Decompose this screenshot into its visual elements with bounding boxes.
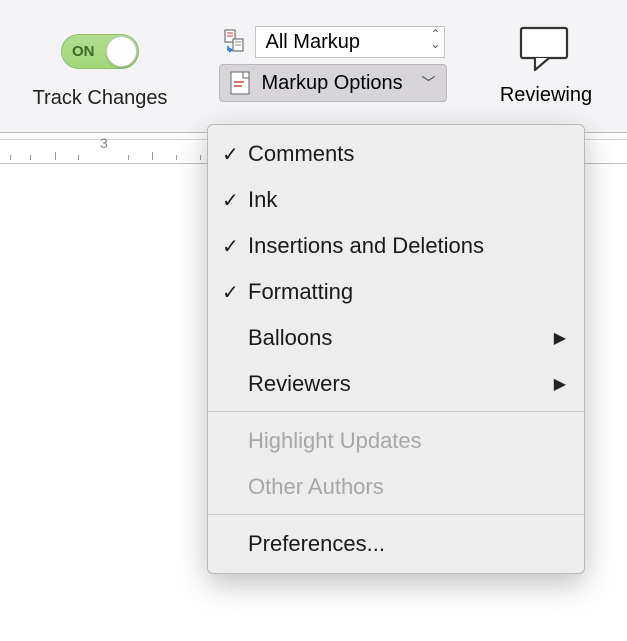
menu-item-insertions-deletions[interactable]: ✓ Insertions and Deletions bbox=[208, 223, 584, 269]
submenu-arrow-icon: ▶ bbox=[554, 328, 566, 348]
submenu-arrow-icon: ▶ bbox=[554, 374, 566, 394]
markup-options-label: Markup Options bbox=[262, 72, 403, 95]
menu-item-other-authors: Other Authors bbox=[208, 464, 584, 510]
track-changes-group: ON Track Changes bbox=[0, 22, 200, 110]
menu-item-ink[interactable]: ✓ Ink bbox=[208, 177, 584, 223]
stepper-icon: ⌃⌄ bbox=[430, 29, 440, 49]
reviewing-label: Reviewing bbox=[500, 84, 592, 107]
toggle-knob bbox=[106, 36, 137, 67]
menu-item-formatting[interactable]: ✓ Formatting bbox=[208, 269, 584, 315]
menu-separator bbox=[208, 411, 584, 412]
markup-options-menu: ✓ Comments ✓ Ink ✓ Insertions and Deleti… bbox=[207, 124, 585, 574]
check-icon: ✓ bbox=[222, 142, 248, 167]
menu-item-highlight-updates: Highlight Updates bbox=[208, 418, 584, 464]
menu-item-preferences[interactable]: Preferences... bbox=[208, 521, 584, 567]
chevron-down-icon: ﹀ bbox=[422, 73, 436, 93]
display-for-review-icon bbox=[221, 26, 253, 58]
check-icon: ✓ bbox=[222, 234, 248, 259]
track-changes-label: Track Changes bbox=[33, 87, 168, 110]
menu-separator bbox=[208, 514, 584, 515]
ribbon: ON Track Changes All Markup bbox=[0, 0, 627, 132]
menu-item-comments[interactable]: ✓ Comments bbox=[208, 131, 584, 177]
reviewing-pane-icon bbox=[515, 22, 577, 76]
markup-options-row: Markup Options ﹀ bbox=[219, 64, 447, 102]
reviewing-group[interactable]: Reviewing bbox=[465, 22, 627, 107]
check-icon: ✓ bbox=[222, 188, 248, 213]
check-icon: ✓ bbox=[222, 280, 248, 305]
markup-options-button[interactable]: Markup Options ﹀ bbox=[219, 64, 447, 102]
menu-item-balloons[interactable]: Balloons ▶ bbox=[208, 315, 584, 361]
display-for-review-row: All Markup ⌃⌄ bbox=[221, 26, 445, 58]
toggle-state-label: ON bbox=[72, 43, 95, 60]
markup-options-icon bbox=[224, 67, 256, 99]
menu-item-reviewers[interactable]: Reviewers ▶ bbox=[208, 361, 584, 407]
display-for-review-value: All Markup bbox=[266, 31, 360, 54]
display-for-review-select[interactable]: All Markup ⌃⌄ bbox=[255, 26, 445, 58]
markup-group: All Markup ⌃⌄ Markup Options ﹀ bbox=[200, 22, 465, 102]
track-changes-toggle[interactable]: ON bbox=[61, 34, 139, 69]
